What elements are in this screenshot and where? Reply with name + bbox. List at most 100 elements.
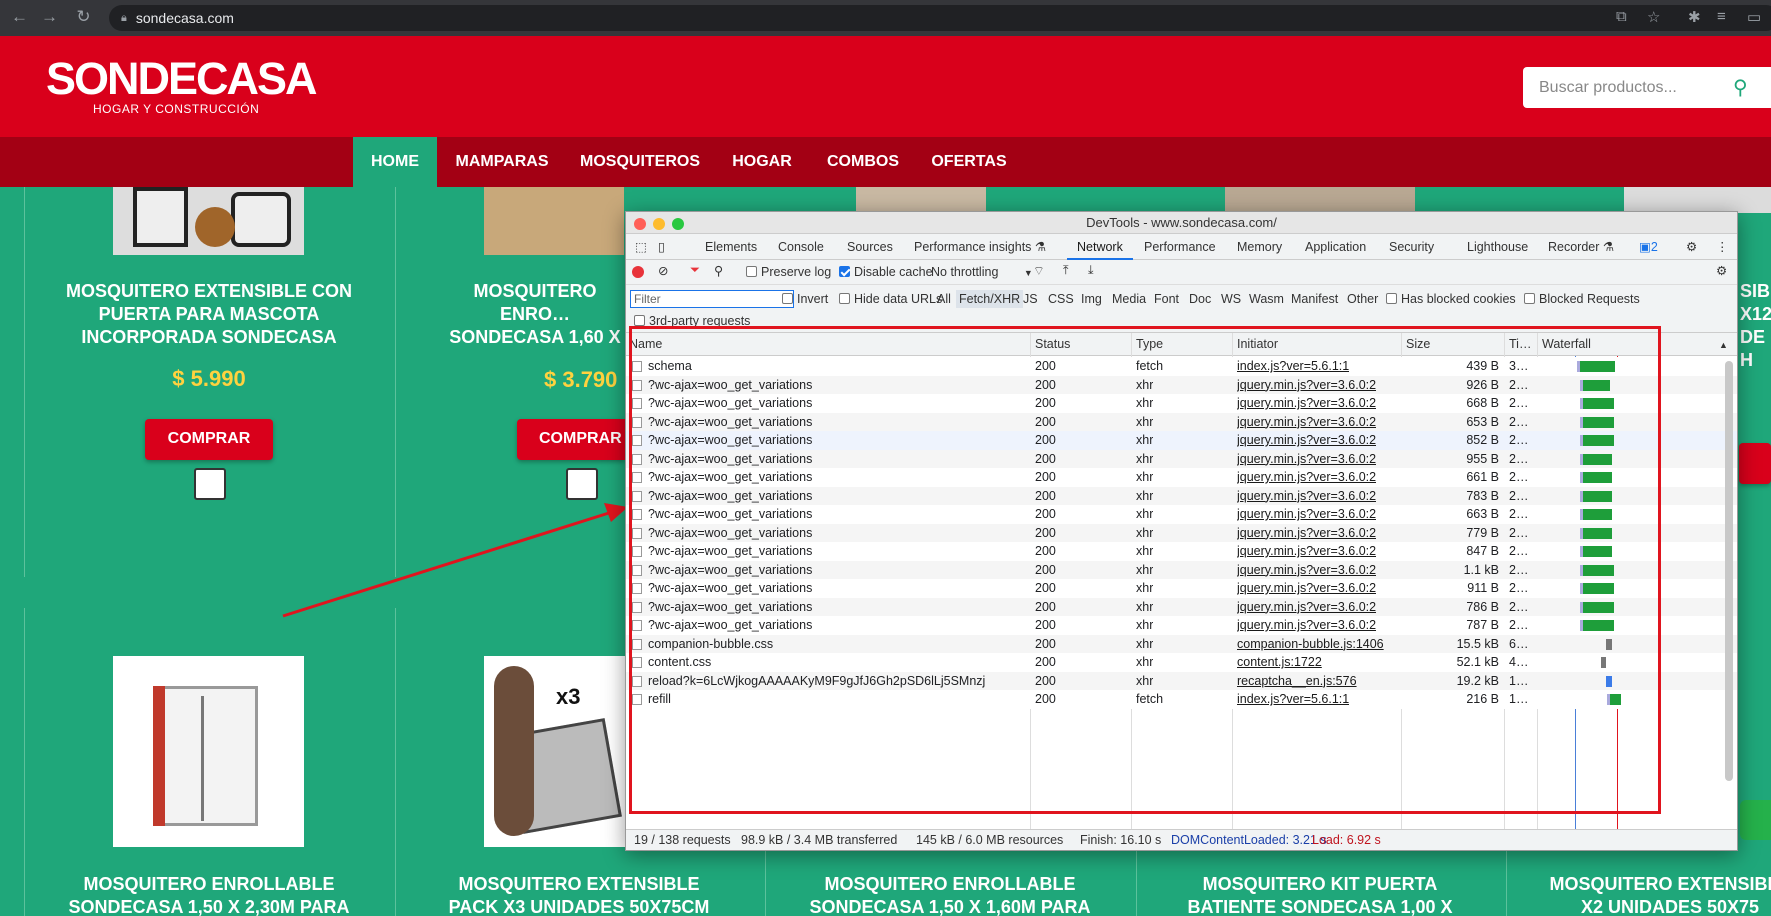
type-ws[interactable]: WS <box>1221 292 1241 306</box>
tab-security[interactable]: Security <box>1389 234 1434 260</box>
nav-combos[interactable]: COMBOS <box>822 137 904 187</box>
nav-ofertas[interactable]: OFERTAS <box>928 137 1010 187</box>
tab-performance-insights[interactable]: Performance insights ⚗ <box>914 234 1046 260</box>
nav-hogar[interactable]: HOGAR <box>727 137 797 187</box>
settings-gear-icon[interactable]: ⚙ <box>1686 234 1697 260</box>
network-status-bar: 19 / 138 requests 98.9 kB / 3.4 MB trans… <box>626 829 1737 850</box>
nav-mamparas[interactable]: MAMPARAS <box>449 137 555 187</box>
site-logo[interactable]: SONDECASA HOGAR Y CONSTRUCCIÓN <box>46 56 318 116</box>
import-har-icon[interactable]: ⤒ <box>1063 263 1069 278</box>
chat-widget-partial[interactable] <box>1740 800 1771 840</box>
status-load: Load: 6.92 s <box>1312 833 1381 847</box>
preserve-log-checkbox[interactable]: Preserve log <box>746 265 831 279</box>
disable-cache-checkbox[interactable]: Disable cache <box>839 265 933 279</box>
nav-mosquiteros[interactable]: MOSQUITEROS <box>580 137 700 187</box>
invert-checkbox[interactable]: Invert <box>782 292 828 306</box>
filter-icon[interactable]: ⏷ <box>690 263 700 278</box>
product-card: MOSQUITERO EXTENSIBLE CON PUERTA PARA MA… <box>58 280 360 392</box>
device-toolbar-icon[interactable]: ▯ <box>658 234 665 260</box>
buy-button[interactable]: COMPRAR <box>517 419 625 460</box>
blocked-requests-checkbox[interactable]: Blocked Requests <box>1524 292 1640 306</box>
buy-button[interactable]: COMPRAR <box>145 419 273 460</box>
search-icon[interactable]: ⚲ <box>714 263 723 278</box>
product-image-partial[interactable] <box>1225 187 1415 213</box>
type-wasm[interactable]: Wasm <box>1249 292 1284 306</box>
tab-recorder[interactable]: Recorder ⚗ <box>1548 234 1614 260</box>
main-navigation: HOME MAMPARAS MOSQUITEROS HOGAR COMBOS O… <box>0 137 1771 187</box>
address-bar[interactable]: 🔒︎ sondecasa.com <box>109 5 1771 31</box>
filter-input[interactable]: Filter <box>630 290 794 308</box>
tab-performance[interactable]: Performance <box>1144 234 1216 260</box>
product-title[interactable]: MOSQUITERO ENRO… SONDECASA 1,60 X 1,… VE… <box>450 280 625 350</box>
export-har-icon[interactable]: ⤓ <box>1088 263 1094 278</box>
minimize-window-icon[interactable] <box>653 218 665 230</box>
throttling-select[interactable]: No throttling ▼ <box>931 265 1033 279</box>
type-doc[interactable]: Doc <box>1189 292 1211 306</box>
side-panel-icon[interactable]: ▭ <box>1747 8 1761 26</box>
more-options-icon[interactable]: ⋮ <box>1716 234 1729 260</box>
clear-icon[interactable]: ⊘ <box>658 263 668 278</box>
product-image-pet-door[interactable] <box>113 187 304 255</box>
type-font[interactable]: Font <box>1154 292 1179 306</box>
product-title[interactable]: MOSQUITERO EXTENSIBLE PACK X3 UNIDADES 5… <box>432 873 726 916</box>
translate-icon[interactable]: ⧉ <box>1616 8 1627 25</box>
issues-badge[interactable]: ▣2 <box>1639 234 1658 260</box>
blocked-cookies-checkbox[interactable]: Has blocked cookies <box>1386 292 1516 306</box>
zoom-window-icon[interactable] <box>672 218 684 230</box>
network-settings-icon[interactable]: ⚙ <box>1716 263 1727 278</box>
product-title[interactable]: MOSQUITERO ENROLLABLE SONDECASA 1,50 X 1… <box>803 873 1097 916</box>
type-img[interactable]: Img <box>1081 292 1102 306</box>
tab-lighthouse[interactable]: Lighthouse <box>1467 234 1528 260</box>
product-image-roll-screen[interactable] <box>484 187 624 255</box>
tab-network[interactable]: Network <box>1067 234 1133 260</box>
nav-home[interactable]: HOME <box>353 137 437 187</box>
type-fetch-xhr[interactable]: Fetch/XHR <box>956 290 1024 308</box>
search-placeholder: Buscar productos... <box>1539 78 1677 96</box>
column-divider <box>24 608 25 916</box>
inspect-element-icon[interactable]: ⬚ <box>635 234 647 260</box>
table-scrollbar[interactable] <box>1725 361 1733 781</box>
forward-icon[interactable]: → <box>36 7 63 27</box>
network-conditions-icon[interactable]: ⌔ <box>1033 263 1045 279</box>
tab-application[interactable]: Application <box>1305 234 1366 260</box>
reload-icon[interactable]: ↻ <box>70 7 97 27</box>
product-title[interactable]: MOSQUITERO EXTENSIBLE CON PUERTA PARA MA… <box>58 280 360 349</box>
site-header: SONDECASA HOGAR Y CONSTRUCCIÓN Buscar pr… <box>0 36 1771 137</box>
status-requests: 19 / 138 requests <box>634 833 731 847</box>
product-title[interactable]: MOSQUITERO EXTENSIBLE X2 UNIDADES 50X75 <box>1540 873 1771 916</box>
type-css[interactable]: CSS <box>1048 292 1074 306</box>
compare-checkbox[interactable] <box>194 468 226 500</box>
compare-checkbox[interactable] <box>566 468 598 500</box>
product-title[interactable]: MOSQUITERO ENROLLABLE SONDECASA 1,50 X 2… <box>62 873 356 916</box>
column-divider <box>395 187 396 577</box>
type-other[interactable]: Other <box>1347 292 1378 306</box>
logo-tagline: HOGAR Y CONSTRUCCIÓN <box>93 102 260 116</box>
product-image-roll-door[interactable] <box>113 656 304 847</box>
product-image-extensible-pack[interactable]: x3 <box>484 656 625 847</box>
tab-sources[interactable]: Sources <box>847 234 893 260</box>
type-manifest[interactable]: Manifest <box>1291 292 1338 306</box>
extensions-icon[interactable]: ✱ <box>1688 8 1701 26</box>
type-media[interactable]: Media <box>1112 292 1146 306</box>
product-image-partial[interactable] <box>1624 187 1771 213</box>
product-title[interactable]: MOSQUITERO KIT PUERTA BATIENTE SONDECASA… <box>1173 873 1467 916</box>
type-all[interactable]: All <box>937 292 951 306</box>
type-js[interactable]: JS <box>1023 292 1038 306</box>
reading-list-icon[interactable]: ≡ <box>1717 8 1726 25</box>
product-image-partial[interactable] <box>856 187 986 213</box>
annotation-highlight-box <box>629 326 1661 814</box>
close-window-icon[interactable] <box>634 218 646 230</box>
hide-data-urls-checkbox[interactable]: Hide data URLs <box>839 292 942 306</box>
tab-elements[interactable]: Elements <box>705 234 757 260</box>
search-icon[interactable]: ⚲ <box>1733 75 1748 100</box>
sort-asc-icon[interactable]: ▲ <box>1719 340 1728 350</box>
status-finish: Finish: 16.10 s <box>1080 833 1162 847</box>
tab-console[interactable]: Console <box>778 234 824 260</box>
buy-button-partial[interactable] <box>1739 443 1771 484</box>
back-icon[interactable]: ← <box>6 7 33 27</box>
search-input[interactable]: Buscar productos... ⚲ <box>1523 67 1771 108</box>
bookmark-star-icon[interactable]: ☆ <box>1647 8 1660 26</box>
tab-memory[interactable]: Memory <box>1237 234 1282 260</box>
record-icon[interactable] <box>632 266 644 278</box>
devtools-title: DevTools - www.sondecasa.com/ <box>1086 215 1277 230</box>
